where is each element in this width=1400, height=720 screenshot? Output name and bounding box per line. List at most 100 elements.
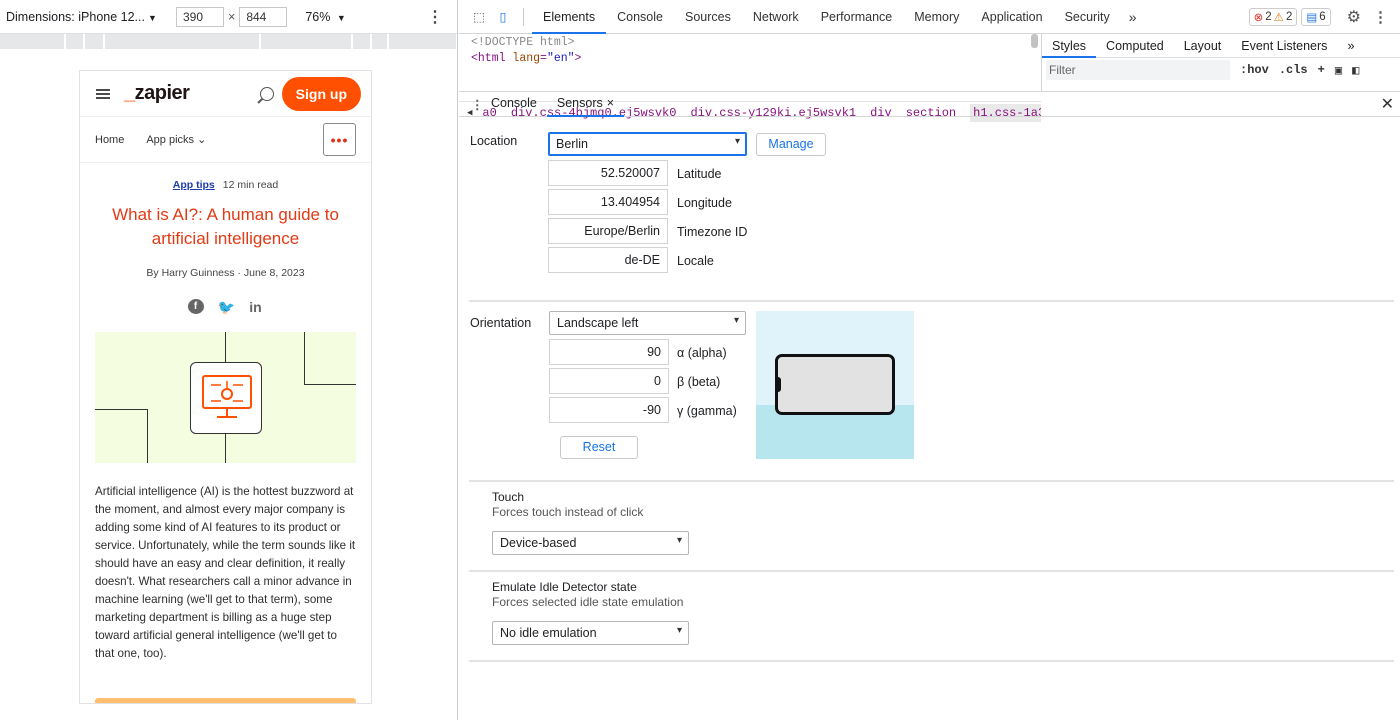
error-icon: ⊗: [1253, 11, 1264, 24]
elements-scrollbar[interactable]: [1031, 34, 1038, 48]
sign-up-button[interactable]: Sign up: [281, 76, 361, 111]
tab-elements[interactable]: Elements: [532, 0, 607, 34]
zoom-dropdown[interactable]: 76% ▼: [305, 10, 345, 24]
locale-input[interactable]: de-DE: [548, 247, 668, 273]
elements-tree: <!DOCTYPE html> <html lang="en"> ◀ a0 di…: [459, 34, 1041, 122]
divider: [469, 300, 1394, 302]
error-warning-badge[interactable]: ⊗ 2 ⚠ 2: [1248, 7, 1298, 26]
sensors-panel: Location Berlin Manage 52.520007 Latitud…: [459, 117, 1400, 720]
touch-title: Touch: [492, 490, 525, 504]
tab-sources[interactable]: Sources: [674, 0, 742, 34]
drawer-tab-sensors[interactable]: Sensors ×: [546, 91, 625, 117]
gamma-input[interactable]: -90: [549, 397, 669, 423]
device-toggle-icon[interactable]: ▯: [491, 9, 515, 24]
media-query-ruler[interactable]: [0, 34, 457, 49]
more-menu-button[interactable]: •••: [323, 123, 356, 156]
hov-toggle[interactable]: :hov: [1240, 63, 1269, 77]
chevron-down-icon: ⌄: [197, 134, 207, 146]
zapier-logo[interactable]: _zapier: [124, 82, 190, 105]
add-rule-icon[interactable]: +: [1318, 63, 1325, 77]
close-drawer-icon[interactable]: ✕: [1381, 94, 1394, 114]
dom-doctype[interactable]: <!DOCTYPE html>: [471, 36, 575, 49]
tab-application[interactable]: Application: [970, 0, 1053, 34]
search-icon[interactable]: [259, 86, 274, 101]
styles-filter-input[interactable]: Filter: [1046, 60, 1230, 80]
nav-app-picks-link[interactable]: App picks ⌄: [146, 133, 206, 146]
linkedin-icon[interactable]: in: [248, 299, 264, 316]
paint-icon[interactable]: ▣: [1335, 63, 1342, 78]
messages-badge[interactable]: ▤ 6: [1301, 7, 1331, 26]
more-tabs-icon[interactable]: »: [1337, 34, 1364, 58]
message-icon: ▤: [1306, 11, 1318, 24]
device-width-input[interactable]: [176, 6, 224, 27]
hamburger-menu-icon[interactable]: [96, 88, 110, 99]
manage-button[interactable]: Manage: [756, 133, 826, 156]
styles-pane: Styles Computed Layout Event Listeners »…: [1041, 34, 1400, 91]
tab-layout[interactable]: Layout: [1174, 34, 1232, 58]
touch-select[interactable]: Device-based: [492, 531, 689, 555]
latitude-input[interactable]: 52.520007: [548, 160, 668, 186]
dimensions-dropdown[interactable]: Dimensions: iPhone 12... ▼: [6, 10, 157, 24]
location-label: Location: [470, 134, 518, 148]
longitude-input[interactable]: 13.404954: [548, 189, 668, 215]
timezone-label: Timezone ID: [677, 225, 748, 239]
idle-description: Forces selected idle state emulation: [492, 595, 684, 609]
tab-performance[interactable]: Performance: [810, 0, 904, 34]
longitude-label: Longitude: [677, 196, 732, 210]
cls-toggle[interactable]: .cls: [1279, 63, 1308, 77]
emulated-page: _zapier Sign up Home App picks ⌄ ••• App…: [79, 70, 372, 704]
tab-console[interactable]: Console: [606, 0, 674, 34]
category-link[interactable]: App tips: [173, 179, 215, 191]
idle-select[interactable]: No idle emulation: [492, 621, 689, 645]
devtools-tabbar: ⬚ ▯ Elements Console Sources Network Per…: [459, 0, 1400, 34]
close-tab-icon[interactable]: ×: [607, 96, 614, 110]
dom-html-node[interactable]: <html lang="en">: [471, 52, 581, 65]
device-height-input[interactable]: [239, 6, 288, 27]
issues-badges: ⊗ 2 ⚠ 2 ▤ 6: [1248, 7, 1331, 26]
nav-home-link[interactable]: Home: [95, 134, 124, 146]
divider: [469, 570, 1394, 572]
tab-network[interactable]: Network: [742, 0, 810, 34]
toggle-sidebar-icon[interactable]: ◧: [1352, 63, 1359, 78]
gamma-label: γ (gamma): [677, 404, 737, 418]
article-body: Artificial intelligence (AI) is the hott…: [95, 485, 356, 660]
device-more-icon[interactable]: ⋮: [427, 7, 451, 27]
alpha-label: α (alpha): [677, 346, 727, 360]
devtools-more-icon[interactable]: ⋮: [1373, 8, 1388, 26]
facebook-icon[interactable]: f: [187, 299, 204, 314]
settings-gear-icon[interactable]: ⚙: [1347, 7, 1361, 27]
tab-security[interactable]: Security: [1054, 0, 1121, 34]
styles-filter-bar: Filter :hov .cls + ▣ ◧: [1042, 58, 1400, 82]
tab-event-listeners[interactable]: Event Listeners: [1231, 34, 1337, 58]
device-pane: Dimensions: iPhone 12...▼ × 76% ▼ ⋮ _zap…: [0, 0, 458, 720]
orientation-preview[interactable]: [756, 311, 914, 459]
drawer-menu-icon[interactable]: ⋮: [471, 97, 484, 112]
orientation-label: Orientation: [470, 316, 532, 330]
drawer-tab-console[interactable]: Console: [481, 91, 547, 117]
phone-model-icon: [775, 354, 895, 415]
alpha-input[interactable]: 90: [549, 339, 669, 365]
beta-input[interactable]: 0: [549, 368, 669, 394]
idle-title: Emulate Idle Detector state: [492, 580, 637, 594]
location-select[interactable]: Berlin: [548, 132, 747, 156]
read-time: 12 min read: [222, 179, 279, 191]
hero-illustration: [95, 332, 356, 463]
styles-tabbar: Styles Computed Layout Event Listeners »: [1042, 34, 1400, 58]
browser-window: Dimensions: iPhone 12...▼ × 76% ▼ ⋮ _zap…: [0, 0, 1400, 720]
chevron-down-icon: ▼: [336, 12, 346, 23]
social-share: f 🐦 in: [80, 299, 371, 316]
sticky-banner[interactable]: [95, 698, 356, 703]
twitter-icon[interactable]: 🐦: [218, 299, 235, 316]
inspect-element-icon[interactable]: ⬚: [467, 9, 491, 24]
article-title: What is AI?: A human guide to artificial…: [112, 205, 339, 248]
tab-memory[interactable]: Memory: [903, 0, 970, 34]
timezone-input[interactable]: Europe/Berlin: [548, 218, 668, 244]
reset-button[interactable]: Reset: [560, 436, 638, 459]
more-tabs-icon[interactable]: »: [1121, 9, 1145, 25]
tab-computed[interactable]: Computed: [1096, 34, 1174, 58]
tab-styles[interactable]: Styles: [1042, 34, 1097, 58]
orientation-select[interactable]: Landscape left: [549, 311, 746, 335]
blog-nav: Home App picks ⌄ •••: [80, 117, 371, 163]
ai-computer-icon: [190, 362, 262, 434]
warning-icon: ⚠: [1273, 11, 1284, 24]
